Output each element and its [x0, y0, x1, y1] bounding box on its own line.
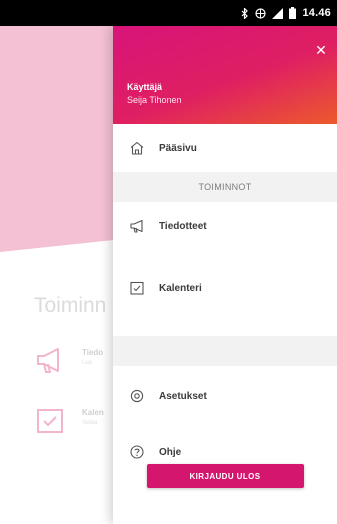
menu-item-home[interactable]: Pääsivu: [113, 124, 337, 172]
menu-item-label: Tiedotteet: [159, 220, 207, 232]
user-name: Seija Tihonen: [127, 95, 182, 105]
status-icons: 14.46: [241, 5, 331, 21]
logout-container: KIRJAUDU ULOS: [113, 464, 337, 488]
home-icon: [129, 140, 145, 156]
data-sync-icon: [255, 7, 267, 19]
status-time: 14.46: [302, 7, 331, 19]
menu-item-label: Ohje: [159, 446, 182, 458]
megaphone-icon: [129, 218, 145, 234]
menu-item-calendar[interactable]: Kalenteri: [113, 264, 337, 312]
battery-icon: [289, 7, 297, 19]
close-icon[interactable]: ✕: [313, 42, 329, 58]
gear-icon: [129, 388, 145, 404]
menu-item-announcements[interactable]: Tiedotteet: [113, 202, 337, 250]
menu-item-settings[interactable]: Asetukset: [113, 372, 337, 420]
signal-icon: [272, 7, 284, 19]
bluetooth-icon: [241, 7, 249, 19]
menu-item-label: Pääsivu: [159, 142, 197, 154]
user-role: Käyttäjä: [127, 82, 163, 92]
logout-button[interactable]: KIRJAUDU ULOS: [146, 464, 304, 488]
menu-item-label: Kalenteri: [159, 282, 202, 294]
menu-divider: [113, 336, 337, 366]
calendar-check-icon: [129, 280, 145, 296]
drawer-header: ✕ Käyttäjä Seija Tihonen: [113, 26, 337, 124]
status-bar: 14.46: [0, 0, 337, 26]
section-header: TOIMINNOT: [113, 172, 337, 202]
menu-item-label: Asetukset: [159, 390, 207, 402]
help-icon: [129, 444, 145, 460]
drawer-menu: Pääsivu TOIMINNOT Tiedotteet Kalenteri A…: [113, 124, 337, 476]
navigation-drawer: ✕ Käyttäjä Seija Tihonen Pääsivu TOIMINN…: [113, 26, 337, 524]
menu-gap: [113, 312, 337, 336]
